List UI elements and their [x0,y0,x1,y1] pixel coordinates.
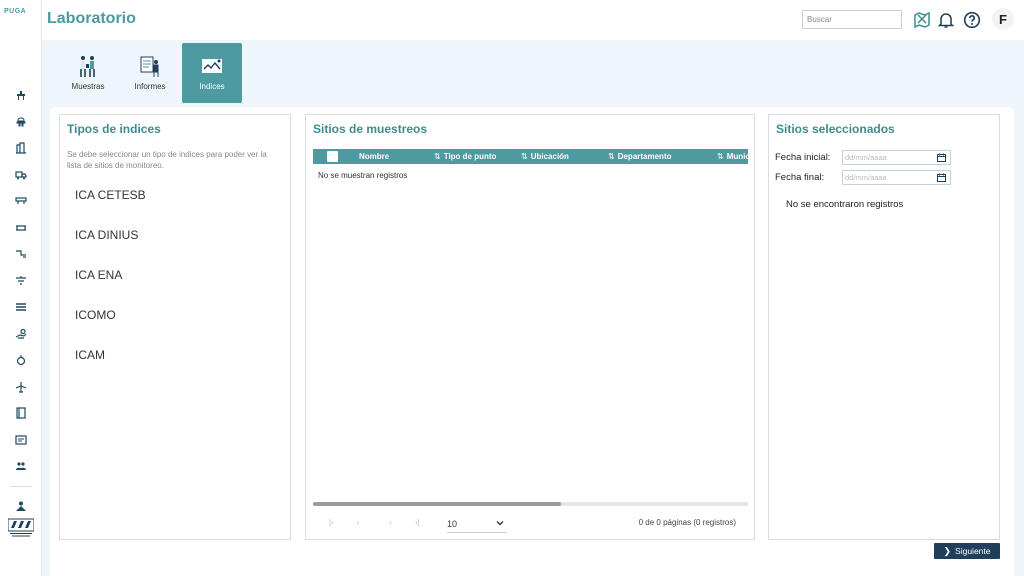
pager-info: 0 de 0 páginas (0 registros) [638,518,736,527]
book-icon[interactable] [0,400,42,427]
index-item-ica-cetesb[interactable]: ICA CETESB [75,188,146,228]
last-page-icon[interactable]: ›| [415,518,420,527]
plane-icon[interactable] [0,374,42,401]
filter-icon[interactable] [0,268,42,295]
prev-page-icon[interactable]: ‹ [357,518,360,527]
scrollbar-thumb[interactable] [313,502,561,506]
column-nombre[interactable]: Nombre [359,152,389,161]
sewer-icon[interactable] [0,188,42,215]
top-header: Laboratorio F [42,0,1024,40]
date-placeholder: dd/mm/aaaa [845,153,887,162]
building-icon[interactable] [0,135,42,162]
grid-header: Nombre ⇅ Tipo de punto ⇅ Ubicación ⇅ Depart… [313,149,748,164]
help-icon[interactable] [962,10,982,30]
flow-icon[interactable] [0,241,42,268]
apple-icon[interactable] [0,347,42,374]
tab-label: Indices [199,82,225,91]
index-item-icam[interactable]: ICAM [75,348,146,388]
group-icon[interactable] [0,453,42,480]
search-input[interactable] [802,10,902,29]
person-icon[interactable] [0,493,42,520]
sort-icon: ⇅ [608,152,615,161]
sort-icon: ⇅ [521,152,528,161]
sidebar-divider [10,485,32,487]
seleccionados-empty-message: No se encontraron registros [786,199,904,210]
tab-label: Informes [134,82,166,91]
chevron-right-icon: ❯ [943,545,952,556]
module-tabs: Muestras Informes Indices [58,43,244,103]
gear-hand-icon[interactable] [0,321,42,348]
panel-title: Tipos de indices [67,122,161,136]
tab-label: Muestras [71,82,105,91]
date-placeholder: dd/mm/aaaa [845,173,887,182]
panel-title: Sitios seleccionados [776,122,895,136]
informes-icon [140,56,159,77]
page-size-value: 10 [447,519,458,529]
next-page-icon[interactable]: › [389,518,392,527]
muestras-icon [80,56,95,77]
water-tap-icon[interactable] [0,82,42,109]
page-size-select[interactable]: 10 [447,515,507,533]
pipe-icon[interactable] [0,215,42,242]
next-button-label: Siguiente [955,546,991,556]
app-logo: PUGA [4,8,27,15]
page-title: Laboratorio [47,10,136,27]
truck-icon[interactable] [0,162,42,189]
select-all-checkbox[interactable] [327,151,338,162]
bell-station-icon[interactable] [0,109,42,136]
sidebar: PUGA [0,0,42,576]
index-item-icomo[interactable]: ICOMO [75,308,146,348]
column-municipio[interactable]: ⇅Municipio [717,152,748,161]
sidebar-nav [0,82,42,532]
indices-icon [202,59,222,73]
next-button[interactable]: ❯ Siguiente [934,543,1000,559]
index-type-list: ICA CETESB ICA DINIUS ICA ENA ICOMO ICAM [75,188,146,388]
tab-muestras[interactable]: Muestras [58,43,118,103]
index-item-ica-ena[interactable]: ICA ENA [75,268,146,308]
fecha-final-input[interactable]: dd/mm/aaaa [842,170,951,185]
pager: |‹ ‹ › ›| 10 0 de 0 páginas (0 registros… [313,513,748,535]
help-text: Se debe seleccionar un tipo de indices p… [67,150,267,170]
column-tipo-de-punto[interactable]: ⇅ Tipo de punto [434,152,496,161]
tab-informes[interactable]: Informes [120,43,180,103]
avatar[interactable]: F [992,8,1014,30]
sort-icon: ⇅ [434,152,441,161]
grid-empty-message: No se muestran registros [318,171,408,180]
layers-icon[interactable] [0,294,42,321]
cvc-logo-icon [8,518,34,537]
sort-icon: ⇅ [717,152,724,161]
horizontal-scrollbar[interactable] [313,502,748,506]
document-icon[interactable] [0,427,42,454]
sitios-seleccionados-panel: Sitios seleccionados Fecha inicial: dd/m… [768,114,1000,540]
calendar-icon[interactable] [937,173,946,182]
fecha-inicial-input[interactable]: dd/mm/aaaa [842,150,951,165]
chevron-down-icon [496,521,504,526]
calendar-icon[interactable] [937,153,946,162]
bell-icon[interactable] [936,10,956,30]
index-item-ica-dinius[interactable]: ICA DINIUS [75,228,146,268]
tipos-indices-panel: Tipos de indices Se debe seleccionar un … [59,114,291,540]
main-content: Tipos de indices Se debe seleccionar un … [50,107,1014,576]
first-page-icon[interactable]: |‹ [329,518,334,527]
fecha-inicial-label: Fecha inicial: [775,152,831,163]
map-icon[interactable] [912,10,932,30]
column-ubicacion[interactable]: ⇅ Ubicación [521,152,569,161]
tab-indices[interactable]: Indices [182,43,242,103]
column-departamento[interactable]: ⇅ Departamento [608,152,672,161]
sitios-muestreos-panel: Sitios de muestreos Nombre ⇅ Tipo de punt… [305,114,755,540]
panel-title: Sitios de muestreos [313,122,428,136]
fecha-final-label: Fecha final: [775,172,825,183]
